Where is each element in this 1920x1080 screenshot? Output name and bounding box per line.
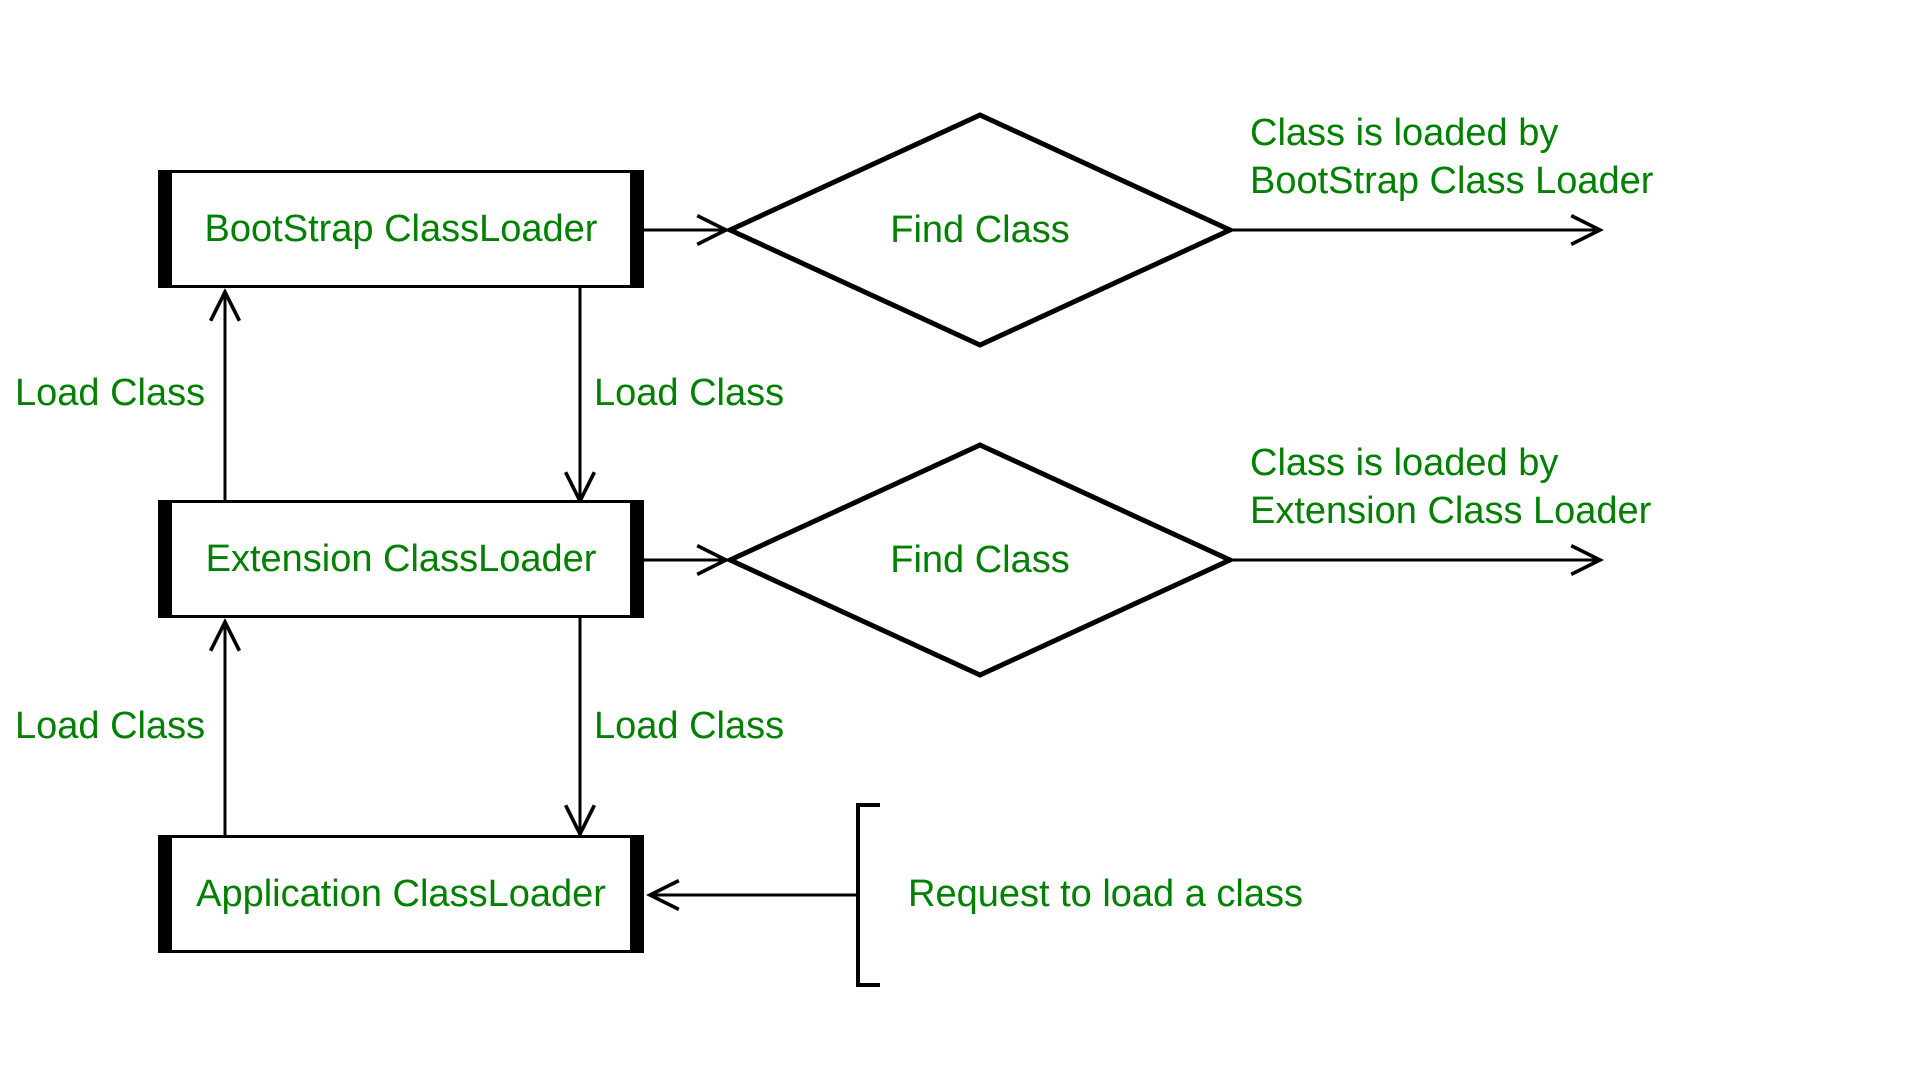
box-label-extension: Extension ClassLoader [206,538,597,581]
classloader-diagram: BootStrap ClassLoader Extension ClassLoa… [0,0,1920,1080]
box-label-bootstrap: BootStrap ClassLoader [205,208,598,251]
label-load-class-down-1: Load Class [594,372,784,415]
box-edge [630,500,644,618]
request-bracket [858,805,880,985]
label-result-extension: Class is loaded by Extension Class Loade… [1250,440,1651,535]
box-label-application: Application ClassLoader [196,873,606,916]
box-edge [630,835,644,953]
label-request: Request to load a class [908,873,1303,916]
label-result-bootstrap-line1: Class is loaded by [1250,110,1653,158]
label-load-class-down-2: Load Class [594,705,784,748]
box-bootstrap-classloader: BootStrap ClassLoader [158,170,644,288]
diamond-label-container-2: Find Class [730,445,1230,675]
label-load-class-up-2: Load Class [15,705,205,748]
label-result-bootstrap-line2: BootStrap Class Loader [1250,158,1653,206]
box-edge [630,170,644,288]
diamond-label-find-class-1: Find Class [890,209,1070,252]
label-load-class-up-1: Load Class [15,372,205,415]
diamond-label-container-1: Find Class [730,115,1230,345]
box-edge [158,500,172,618]
box-application-classloader: Application ClassLoader [158,835,644,953]
diamond-label-find-class-2: Find Class [890,539,1070,582]
label-result-extension-line2: Extension Class Loader [1250,488,1651,536]
label-result-bootstrap: Class is loaded by BootStrap Class Loade… [1250,110,1653,205]
box-extension-classloader: Extension ClassLoader [158,500,644,618]
box-edge [158,835,172,953]
box-edge [158,170,172,288]
label-result-extension-line1: Class is loaded by [1250,440,1651,488]
